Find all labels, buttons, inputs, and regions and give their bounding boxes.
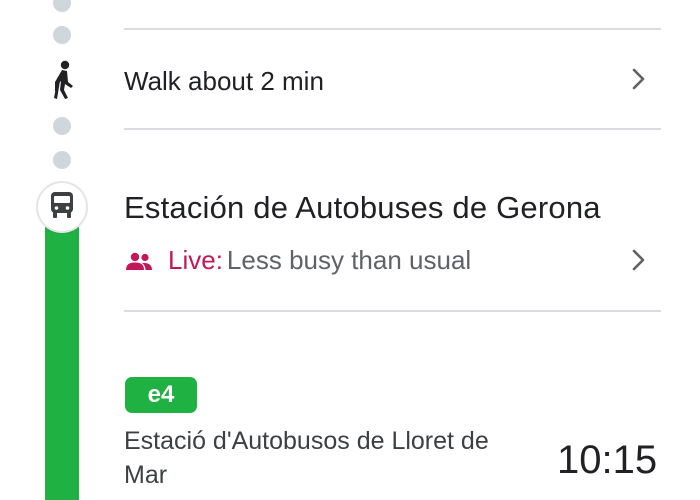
- timeline-dot: [53, 26, 71, 44]
- divider: [124, 28, 661, 30]
- crowd-status-text: Less busy than usual: [226, 244, 472, 275]
- transit-directions-panel: Walk about 2 min Estación de Autobuses d…: [0, 0, 700, 500]
- bus-icon: [50, 191, 74, 224]
- route-badge[interactable]: e4: [125, 377, 197, 413]
- timeline-dot: [53, 151, 71, 169]
- chevron-right-icon[interactable]: [627, 66, 649, 92]
- destination-label[interactable]: Estació d'Autobusos de Lloret de Mar: [124, 424, 514, 492]
- timeline-dot: [53, 0, 71, 12]
- people-icon: [124, 249, 154, 271]
- crowd-status[interactable]: Live: Less busy than usual: [124, 242, 471, 278]
- station-name[interactable]: Estación de Autobuses de Gerona: [124, 188, 601, 228]
- route-line: [45, 222, 79, 500]
- live-label: Live:: [168, 244, 223, 275]
- chevron-right-icon[interactable]: [627, 247, 649, 273]
- divider: [124, 310, 661, 312]
- divider: [124, 128, 661, 130]
- departure-time: 10:15: [557, 438, 658, 482]
- walk-icon: [48, 60, 78, 100]
- bus-stop-marker: [38, 183, 86, 231]
- walk-step-label[interactable]: Walk about 2 min: [124, 64, 324, 98]
- timeline-dot: [53, 117, 71, 135]
